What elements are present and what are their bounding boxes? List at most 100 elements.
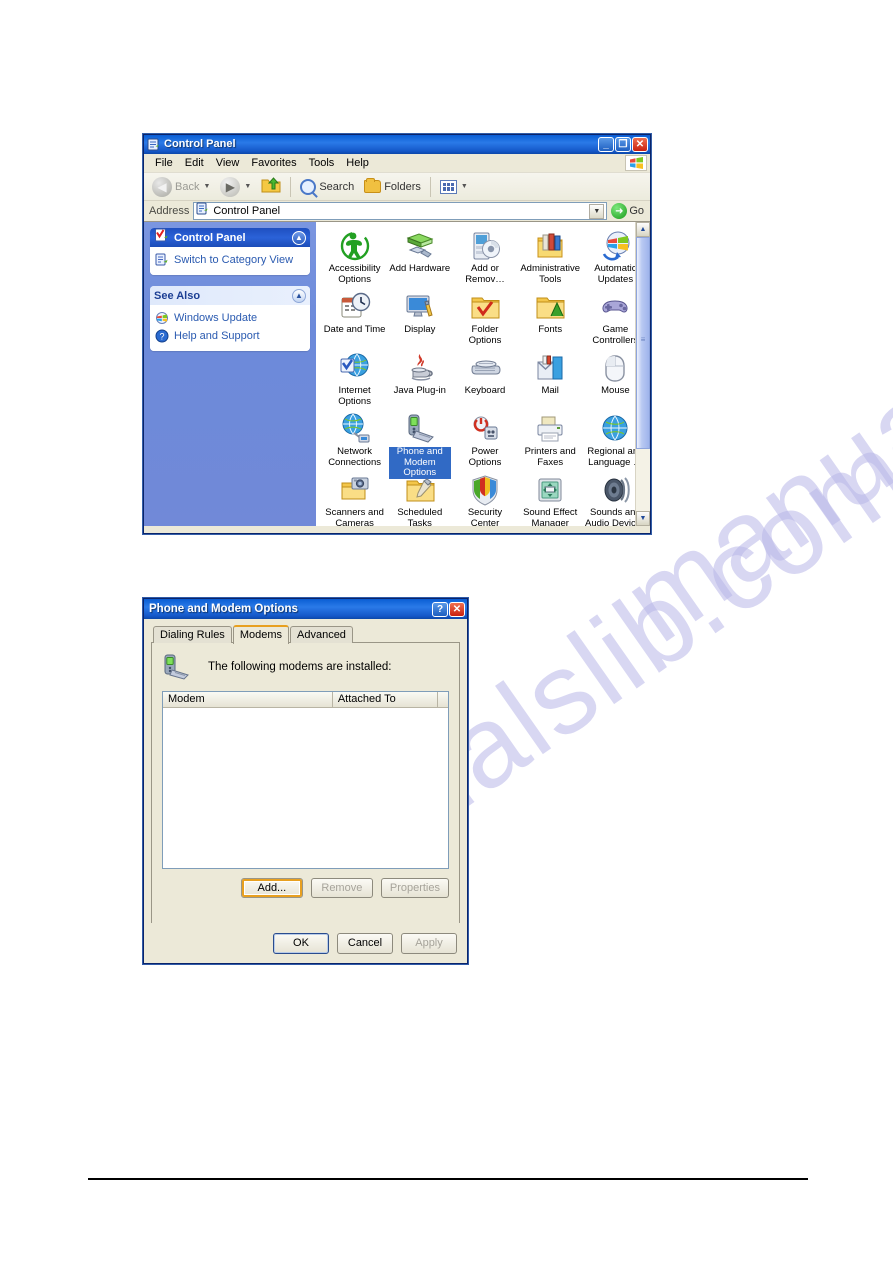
modems-list[interactable]: Modem Attached To [162, 691, 449, 869]
column-header-attached-to[interactable]: Attached To [332, 692, 438, 707]
mail-icon [534, 352, 566, 384]
control-panel-item-label: Mail [541, 385, 559, 396]
sidebar-panel-header[interactable]: Control Panel ▲ [150, 228, 310, 247]
automatic-updates-icon [599, 230, 631, 262]
control-panel-item[interactable]: Scanners and Cameras [322, 470, 387, 526]
column-header-modem[interactable]: Modem [163, 692, 333, 707]
sidebar-item-switch-category-view[interactable]: Switch to Category View [155, 251, 305, 269]
dialog-tabs: Dialing Rules Modems Advanced [151, 625, 460, 644]
go-button[interactable]: ➜ Go [611, 203, 647, 219]
menu-item-help[interactable]: Help [340, 155, 375, 171]
control-panel-item[interactable]: Internet Options [322, 348, 387, 409]
control-panel-item[interactable]: Scheduled Tasks [387, 470, 452, 526]
windows-update-icon [155, 311, 169, 325]
forward-arrow-icon: ▶ [220, 176, 241, 197]
sidebar-panel-body: Switch to Category View [150, 247, 310, 275]
control-panel-item-label: Add or Remov… [465, 263, 505, 285]
add-button[interactable]: Add... [240, 878, 303, 898]
search-button[interactable]: Search [296, 177, 358, 197]
maximize-button[interactable]: ❐ [615, 137, 631, 152]
dialog-titlebar[interactable]: Phone and Modem Options ? ✕ [144, 599, 467, 619]
views-button[interactable]: ▼ [436, 178, 472, 196]
sidebar-item-help-and-support[interactable]: ? Help and Support [155, 327, 305, 345]
windows-flag-icon [625, 155, 647, 171]
control-panel-item[interactable]: Folder Options [452, 287, 517, 348]
control-panel-item[interactable]: Add or Remov… [452, 226, 517, 287]
control-panel-item[interactable]: Java Plug-in [387, 348, 452, 409]
close-button[interactable]: ✕ [632, 137, 648, 152]
scrollbar-track[interactable] [636, 237, 650, 511]
forward-dropdown-icon[interactable]: ▼ [244, 183, 251, 190]
menu-item-edit[interactable]: Edit [179, 155, 210, 171]
control-panel-item-label: Add Hardware [389, 263, 451, 274]
tab-modems[interactable]: Modems [232, 625, 289, 644]
control-panel-item-label: Folder Options [468, 324, 502, 346]
menu-item-favorites[interactable]: Favorites [245, 155, 302, 171]
ok-button[interactable]: OK [273, 932, 329, 954]
internet-options-icon [339, 352, 371, 384]
administrative-tools-icon [534, 230, 566, 262]
control-panel-item[interactable]: Administrative Tools [518, 226, 583, 287]
modems-tab-panel: The following modems are installed: Mode… [151, 642, 460, 926]
menu-item-view[interactable]: View [210, 155, 246, 171]
address-input[interactable]: Control Panel ▼ [193, 202, 608, 220]
minimize-button[interactable]: _ [598, 137, 614, 152]
svg-text:?: ? [159, 332, 164, 342]
phone-modem-icon [404, 413, 436, 445]
control-panel-item-label: Sound Effect Manager [523, 507, 578, 526]
folders-button[interactable]: Folders [360, 178, 425, 195]
control-panel-item[interactable]: Add Hardware [387, 226, 452, 287]
control-panel-item[interactable]: Keyboard [452, 348, 517, 409]
phone-and-modem-options-dialog: Phone and Modem Options ? ✕ Dialing Rule… [143, 598, 468, 964]
control-panel-item[interactable]: Accessibility Options [322, 226, 387, 287]
menu-item-file[interactable]: File [149, 155, 179, 171]
sidebar-item-label: Switch to Category View [174, 254, 294, 266]
back-dropdown-icon[interactable]: ▼ [203, 183, 210, 190]
column-header-extra[interactable] [438, 692, 448, 707]
dialog-close-button[interactable]: ✕ [449, 601, 465, 617]
cancel-button[interactable]: Cancel [337, 932, 393, 954]
date-time-icon [339, 291, 371, 323]
control-panel-icon-grid: Accessibility Options Add Hardware Add or … [316, 222, 650, 526]
control-panel-item[interactable]: Sound Effect Manager [518, 470, 583, 526]
control-panel-item[interactable]: Fonts [518, 287, 583, 348]
scroll-up-button[interactable]: ▲ [636, 222, 650, 237]
modems-list-body[interactable] [163, 708, 448, 868]
tab-dialing-rules[interactable]: Dialing Rules [153, 626, 232, 643]
network-connections-icon [339, 413, 371, 445]
vertical-scrollbar[interactable]: ▲ ▼ [635, 222, 650, 526]
sidebar-item-label: Help and Support [174, 330, 260, 342]
control-panel-item[interactable]: Mail [518, 348, 583, 409]
up-folder-icon [261, 176, 281, 197]
folders-icon [364, 178, 382, 193]
control-panel-title: Control Panel [164, 138, 236, 150]
control-panel-item[interactable]: Printers and Faxes [518, 409, 583, 470]
control-panel-item[interactable]: Display [387, 287, 452, 348]
installed-modems-text: The following modems are installed: [208, 661, 392, 673]
chevron-up-icon[interactable]: ▲ [292, 288, 306, 303]
scroll-down-button[interactable]: ▼ [636, 511, 650, 526]
address-dropdown-icon[interactable]: ▼ [589, 203, 605, 219]
control-panel-item[interactable]: Date and Time [322, 287, 387, 348]
scrollbar-thumb[interactable] [636, 237, 650, 449]
control-panel-titlebar[interactable]: Control Panel _ ❐ ✕ [144, 135, 650, 154]
control-panel-item[interactable]: Security Center [452, 470, 517, 526]
control-panel-item[interactable]: Phone and Modem Options [387, 409, 452, 479]
remove-button: Remove [310, 878, 373, 898]
control-panel-item[interactable]: Power Options [452, 409, 517, 470]
tab-advanced[interactable]: Advanced [290, 626, 353, 643]
menu-item-tools[interactable]: Tools [303, 155, 341, 171]
help-support-icon: ? [155, 329, 169, 343]
help-button[interactable]: ? [432, 601, 448, 617]
forward-button[interactable]: ▶ ▼ [216, 175, 255, 199]
up-button[interactable] [257, 174, 285, 199]
page-footer-rule [88, 1178, 808, 1180]
dialog-window-buttons: ? ✕ [432, 601, 465, 617]
views-dropdown-icon[interactable]: ▼ [461, 183, 468, 190]
chevron-up-icon[interactable]: ▲ [292, 230, 306, 245]
game-controllers-icon [599, 291, 631, 323]
sidebar-item-windows-update[interactable]: Windows Update [155, 309, 305, 327]
control-panel-item[interactable]: Network Connections [322, 409, 387, 470]
see-also-header[interactable]: See Also ▲ [150, 286, 310, 305]
back-button[interactable]: ◀ Back ▼ [148, 175, 214, 199]
